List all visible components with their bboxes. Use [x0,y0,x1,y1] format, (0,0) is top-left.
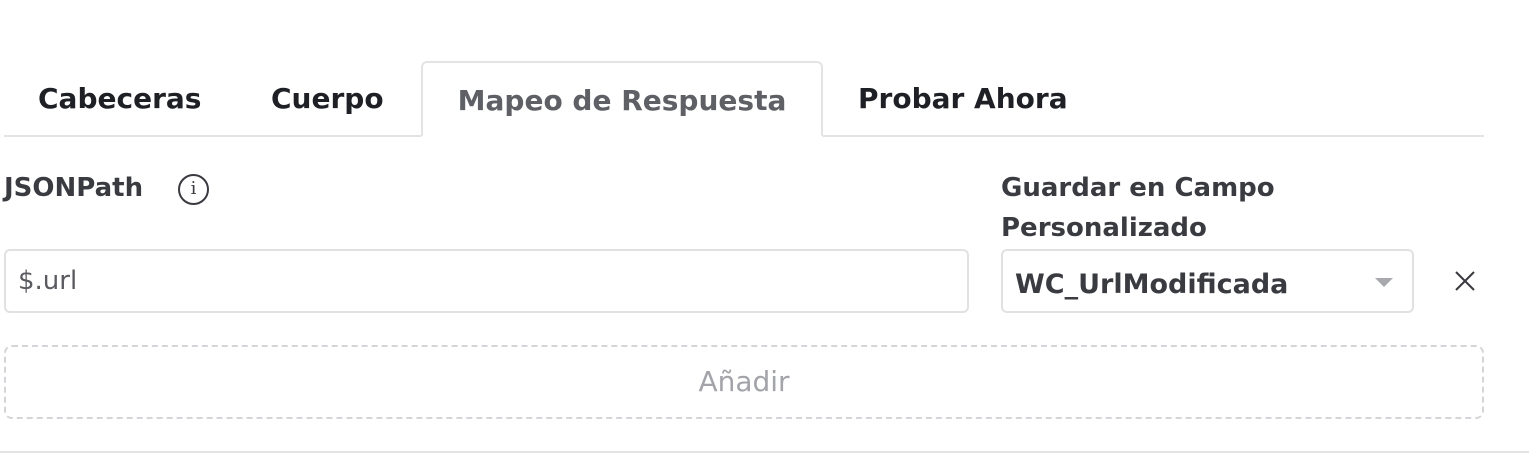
custom-field-select[interactable]: WC_UrlModificada [1001,249,1414,313]
add-button[interactable]: Añadir [4,345,1484,419]
tab-cuerpo[interactable]: Cuerpo [271,61,384,137]
chevron-down-icon [1375,278,1393,287]
info-icon[interactable]: i [178,174,209,205]
jsonpath-label: JSONPath [4,173,144,203]
bottom-divider [0,451,1529,453]
custom-field-value: WC_UrlModificada [1015,269,1289,300]
custom-field-label-line2: Personalizado [1001,213,1207,243]
jsonpath-input[interactable]: $.url [4,249,969,313]
close-icon[interactable] [1449,265,1481,297]
tab-bar: Cabeceras Cuerpo Mapeo de Respuesta Prob… [4,61,1484,137]
tab-mapeo-de-respuesta[interactable]: Mapeo de Respuesta [421,61,823,137]
custom-field-label-line1: Guardar en Campo [1001,173,1275,203]
tab-cabeceras[interactable]: Cabeceras [38,61,201,137]
tab-probar-ahora[interactable]: Probar Ahora [858,61,1068,137]
